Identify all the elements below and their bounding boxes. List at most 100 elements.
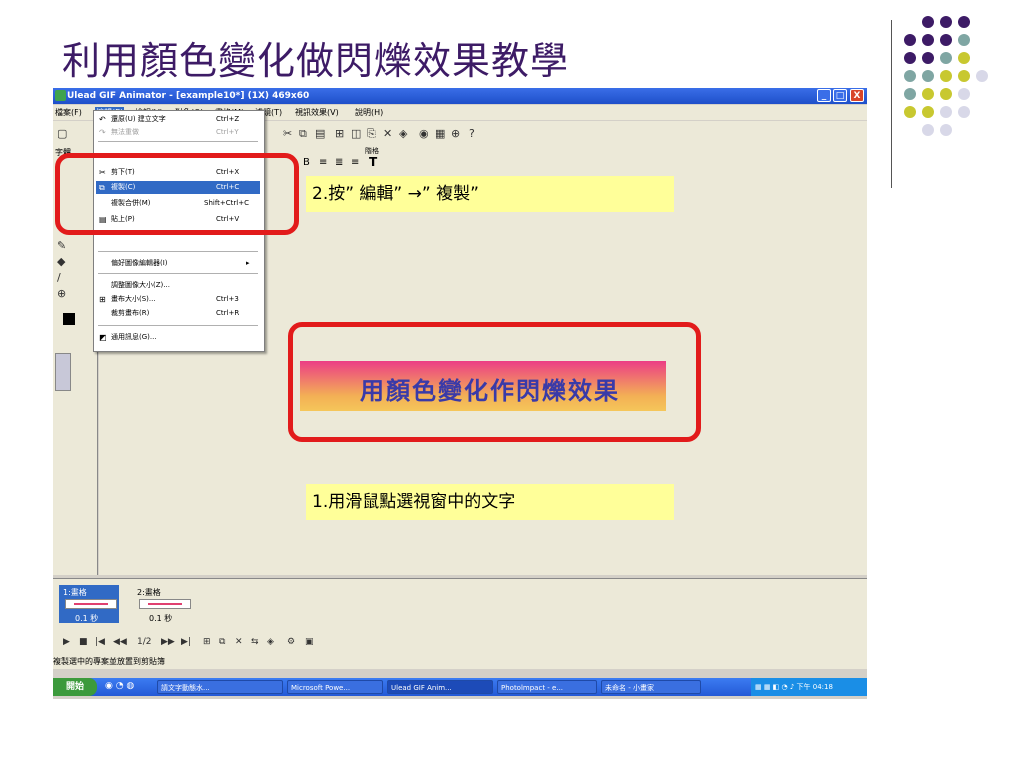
- decorative-dot: [940, 124, 952, 136]
- decorative-dot: [922, 124, 934, 136]
- frame-preview: [65, 599, 117, 609]
- menu-item-undo[interactable]: ↶ 還原(U) 建立文字 Ctrl+Z: [96, 113, 260, 126]
- new-file-icon[interactable]: ▢: [57, 127, 67, 140]
- system-tray: ▦ ▦ ◧ ◔ ♪ 下午 04:18: [751, 678, 867, 696]
- redo-icon: ↷: [99, 128, 106, 137]
- decorative-dot: [922, 34, 934, 46]
- menu-file[interactable]: 檔案(F): [55, 107, 82, 118]
- step-label: 階格: [365, 147, 379, 155]
- decorative-dot: [958, 34, 970, 46]
- frame-preview: [139, 599, 191, 609]
- decorative-dot: [958, 16, 970, 28]
- add-frame-icon[interactable]: ⊞: [203, 637, 211, 647]
- text-tool-icon[interactable]: T: [369, 155, 377, 169]
- copy-icon[interactable]: ⧉: [299, 127, 307, 141]
- menu-separator: [98, 251, 258, 252]
- help-pointer-icon[interactable]: ?: [469, 127, 475, 140]
- canvas-icon: ⊞: [99, 295, 106, 304]
- start-button[interactable]: 開始: [53, 678, 97, 696]
- decorative-dot: [958, 106, 970, 118]
- paste-icon[interactable]: ▤: [315, 127, 325, 140]
- duplicate-frame-icon[interactable]: ⧉: [219, 637, 225, 647]
- decorative-dot: [940, 34, 952, 46]
- taskbar-item[interactable]: 未命名 - 小畫家: [601, 680, 701, 694]
- slide-title: 利用顏色變化做閃爍效果教學: [62, 39, 570, 83]
- properties-icon[interactable]: ◈: [399, 127, 407, 140]
- align-left-icon[interactable]: ≡: [319, 157, 327, 168]
- eyedropper-icon[interactable]: ✎: [57, 239, 66, 252]
- menu-item-preferred-editor[interactable]: 偏好圖像編輯器(I) ▸: [96, 257, 260, 270]
- zoom-in-icon[interactable]: ⊕: [57, 287, 66, 300]
- maximize-button[interactable]: □: [833, 89, 847, 102]
- decorative-dot: [904, 70, 916, 82]
- align-center-icon[interactable]: ≣: [335, 157, 343, 168]
- info-icon: ◩: [99, 333, 107, 342]
- next-frame-icon[interactable]: ▶▶: [161, 637, 175, 647]
- optimize-icon[interactable]: ⚙: [287, 637, 295, 647]
- taskbar-item[interactable]: 請文字動態水...: [157, 680, 283, 694]
- copy-highlight-box: [55, 153, 299, 235]
- grid-icon[interactable]: ▦: [435, 127, 445, 140]
- bold-icon[interactable]: B: [303, 157, 310, 168]
- decorative-dot: [940, 88, 952, 100]
- delete-icon[interactable]: ✕: [383, 127, 392, 140]
- window-title: Ulead GIF Animator - [example10*] (1X) 4…: [67, 91, 310, 101]
- menu-help[interactable]: 說明(H): [355, 107, 383, 118]
- preview-icon[interactable]: ◉: [419, 127, 429, 140]
- menu-item-resize-image[interactable]: 調整圖像大小(Z)...: [96, 279, 260, 292]
- image-icon[interactable]: ◫: [351, 127, 361, 140]
- undo-icon: ↶: [99, 115, 106, 124]
- close-button[interactable]: X: [850, 89, 864, 102]
- taskbar-item[interactable]: Photolmpact - e...: [497, 680, 597, 694]
- windows-taskbar: 開始 ◉ ◔ ◍ 請文字動態水... Microsoft Powe... Ule…: [53, 678, 867, 696]
- decorative-dot: [976, 70, 988, 82]
- taskbar-item[interactable]: Microsoft Powe...: [287, 680, 383, 694]
- taskbar-item-active[interactable]: Ulead GIF Anim...: [387, 680, 493, 694]
- frame-icon[interactable]: ⊞: [335, 127, 344, 140]
- properties-icon[interactable]: ◈: [267, 637, 274, 647]
- menu-item-redo: ↷ 無法重做 Ctrl+Y: [99, 128, 239, 137]
- menu-item-crop-canvas[interactable]: 裁剪畫布(R) Ctrl+R: [96, 307, 260, 320]
- quick-launch-icons[interactable]: ◉ ◔ ◍: [105, 681, 134, 691]
- zoom-icon[interactable]: ⊕: [451, 127, 460, 140]
- divider-line: [891, 20, 892, 188]
- decorative-dot: [940, 16, 952, 28]
- first-frame-icon[interactable]: |◀: [95, 637, 105, 647]
- tools-panel: ✎ ◆ / ⊕: [53, 175, 98, 575]
- stop-icon[interactable]: ■: [79, 637, 88, 647]
- decorative-dot: [940, 52, 952, 64]
- delete-frame-icon[interactable]: ✕: [235, 637, 243, 647]
- decorative-dot: [922, 88, 934, 100]
- preview-icon[interactable]: ▣: [305, 637, 314, 647]
- window-titlebar: Ulead GIF Animator - [example10*] (1X) 4…: [53, 88, 867, 104]
- decorative-dot: [940, 70, 952, 82]
- pencil-icon[interactable]: /: [57, 271, 61, 284]
- decorative-dot: [922, 52, 934, 64]
- fill-icon[interactable]: ◆: [57, 255, 65, 268]
- decorative-dot: [940, 106, 952, 118]
- frame-thumbnail[interactable]: 2:畫格 0.1 秒: [133, 585, 193, 623]
- align-right-icon[interactable]: ≡: [351, 157, 359, 168]
- minimize-button[interactable]: _: [817, 89, 831, 102]
- menu-video-effects[interactable]: 視訊效果(V): [295, 107, 339, 118]
- cut-icon[interactable]: ✂: [283, 127, 292, 140]
- menu-item-general-info[interactable]: ◩ 通用訊息(G)...: [96, 331, 260, 344]
- duplicate-icon[interactable]: ⎘: [367, 127, 376, 141]
- play-icon[interactable]: ▶: [63, 637, 70, 647]
- previous-frame-icon[interactable]: ◀◀: [113, 637, 127, 647]
- decorative-dot: [904, 88, 916, 100]
- tween-icon[interactable]: ⇆: [251, 637, 259, 647]
- clock: 下午 04:18: [796, 683, 833, 691]
- menu-separator: [98, 325, 258, 326]
- panel-scroll-handle[interactable]: [55, 353, 71, 391]
- menu-separator: [98, 273, 258, 274]
- decorative-dot: [922, 16, 934, 28]
- tray-icons[interactable]: ▦ ▦ ◧ ◔ ♪: [755, 683, 797, 691]
- playback-controls: ▶ ■ |◀ ◀◀ 1/2 ▶▶ ▶| ⊞ ⧉ ✕ ⇆ ◈ ⚙ ▣: [53, 637, 867, 651]
- menu-item-canvas-size[interactable]: ⊞ 畫布大小(S)... Ctrl+3: [96, 293, 260, 306]
- last-frame-icon[interactable]: ▶|: [181, 637, 191, 647]
- decorative-dot: [958, 70, 970, 82]
- frame-thumbnail[interactable]: 1:畫格 0.1 秒: [59, 585, 119, 623]
- color-swatch[interactable]: [63, 313, 75, 325]
- decorative-dot: [922, 106, 934, 118]
